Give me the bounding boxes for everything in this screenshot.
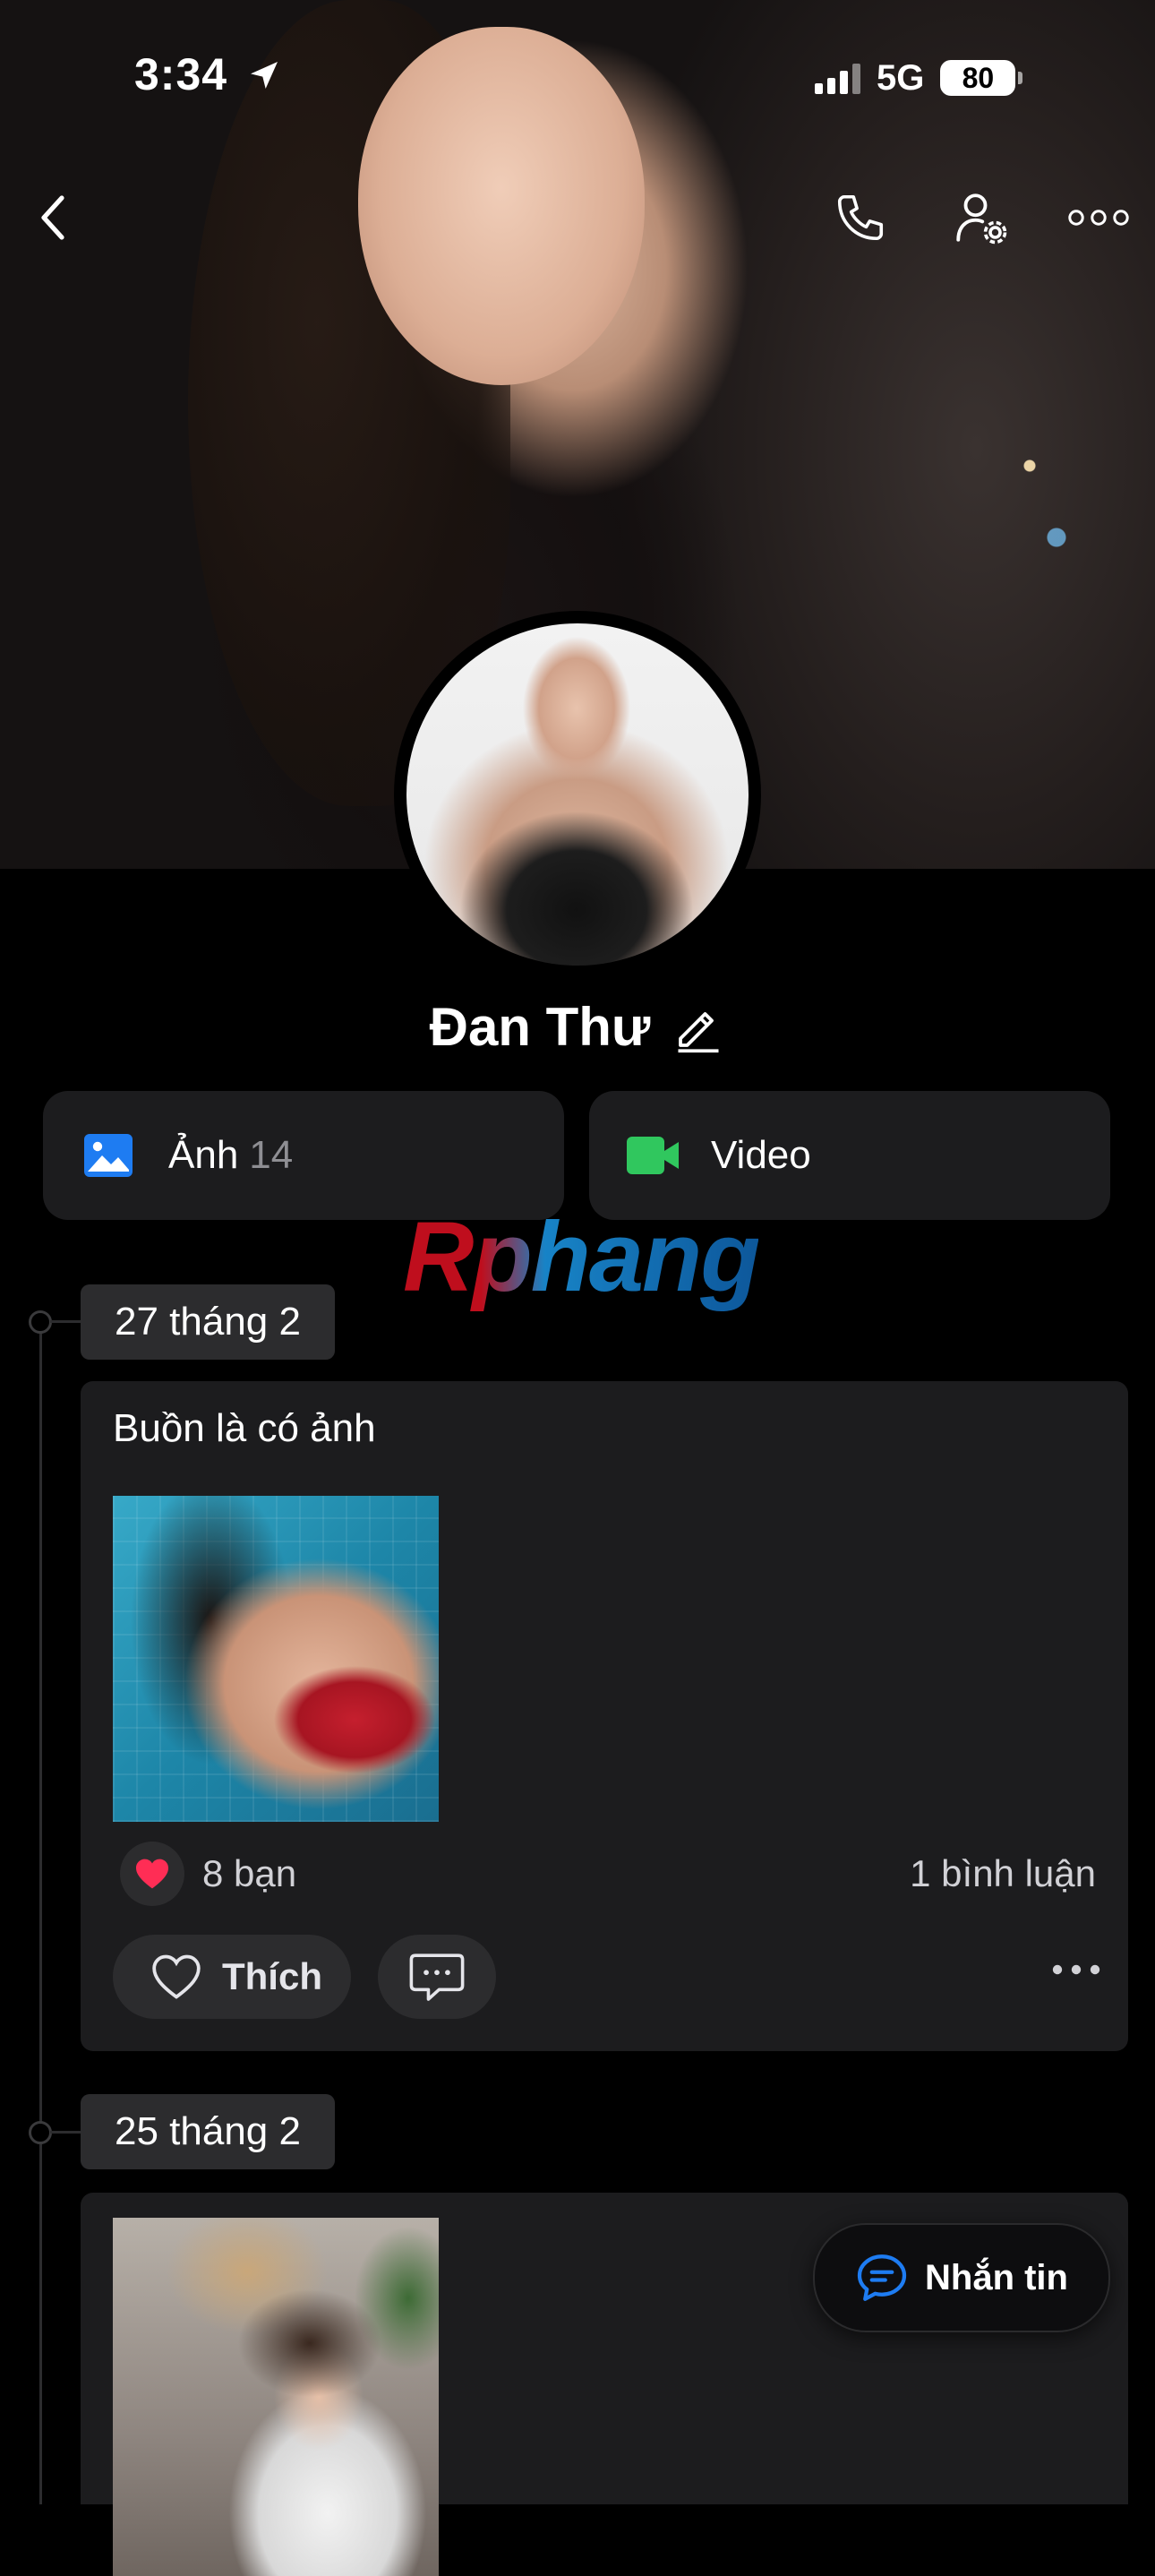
call-button[interactable] bbox=[820, 177, 901, 258]
heart-outline-icon bbox=[152, 1954, 201, 1999]
post-photo[interactable] bbox=[113, 1496, 439, 1822]
battery-icon: 80 bbox=[940, 60, 1023, 96]
post-card: Buồn là có ảnh 8 bạn 1 bình luận Thích bbox=[81, 1381, 1128, 2051]
video-icon bbox=[625, 1135, 682, 1176]
profile-avatar[interactable] bbox=[394, 611, 761, 978]
timeline-dot bbox=[29, 1310, 52, 1334]
avatar-photo bbox=[406, 623, 749, 966]
reaction-badge[interactable] bbox=[120, 1842, 184, 1906]
cover-photo-face-shape bbox=[358, 27, 645, 385]
like-button[interactable]: Thích bbox=[113, 1935, 351, 2019]
post-more-button[interactable] bbox=[1051, 1963, 1101, 1980]
status-time: 3:34 bbox=[134, 48, 282, 104]
comment-button[interactable] bbox=[378, 1935, 496, 2019]
comment-bubble-icon bbox=[409, 1953, 465, 2001]
profile-settings-button[interactable] bbox=[940, 177, 1021, 258]
post-date-chip: 27 tháng 2 bbox=[81, 1284, 335, 1360]
profile-name-row: Đan Thư bbox=[0, 996, 1155, 1058]
status-time-text: 3:34 bbox=[134, 49, 228, 99]
cellular-signal-icon bbox=[815, 62, 860, 94]
more-options-button[interactable] bbox=[1058, 177, 1139, 258]
chevron-left-icon bbox=[41, 195, 64, 240]
post-caption: Buồn là có ảnh bbox=[113, 1406, 376, 1450]
post-date: 27 tháng 2 bbox=[115, 1300, 301, 1344]
post-date: 25 tháng 2 bbox=[115, 2109, 301, 2153]
edit-pencil-icon[interactable] bbox=[672, 1000, 725, 1054]
photos-label: Ảnh bbox=[168, 1133, 239, 1177]
photo-icon bbox=[82, 1132, 134, 1179]
phone-icon bbox=[837, 194, 884, 241]
more-dots-icon bbox=[1052, 1964, 1100, 1975]
post-date-chip: 25 tháng 2 bbox=[81, 2094, 335, 2169]
network-type: 5G bbox=[877, 57, 925, 98]
heart-reaction-icon bbox=[136, 1859, 168, 1889]
user-settings-icon bbox=[956, 193, 1007, 245]
profile-name: Đan Thư bbox=[429, 997, 651, 1057]
timeline-line bbox=[39, 1317, 42, 2504]
message-label: Nhắn tin bbox=[925, 2257, 1068, 2297]
more-horizontal-icon bbox=[1068, 210, 1129, 226]
comment-count[interactable]: 1 bình luận bbox=[910, 1852, 1096, 1895]
message-button[interactable]: Nhắn tin bbox=[813, 2223, 1110, 2332]
status-indicators: 5G 80 bbox=[815, 54, 1023, 102]
photos-count: 14 bbox=[249, 1133, 294, 1177]
videos-label: Video bbox=[711, 1133, 811, 1177]
post-photo[interactable] bbox=[113, 2218, 439, 2576]
timeline-dot bbox=[29, 2121, 52, 2144]
chat-bubble-icon bbox=[857, 2254, 907, 2301]
location-arrow-icon bbox=[246, 52, 282, 104]
watermark-logo: Rphang bbox=[403, 1202, 760, 1312]
back-button[interactable] bbox=[14, 177, 95, 258]
reaction-count[interactable]: 8 bạn bbox=[202, 1852, 296, 1895]
battery-level: 80 bbox=[962, 61, 995, 94]
like-label: Thích bbox=[222, 1955, 322, 1997]
